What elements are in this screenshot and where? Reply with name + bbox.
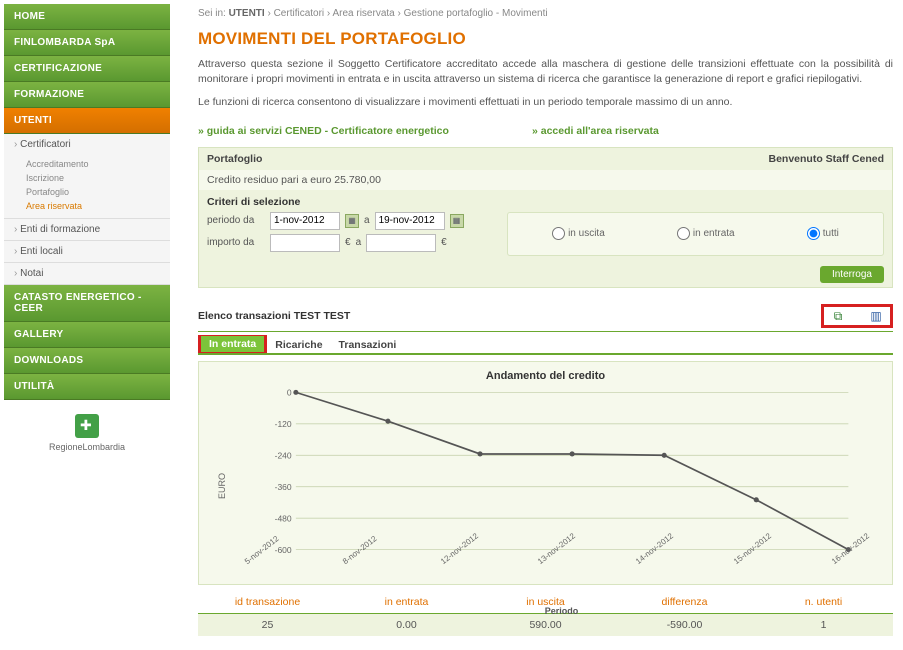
- x-ticks: 5-nov-20128-nov-201212-nov-201213-nov-20…: [239, 559, 884, 568]
- radio-entrata[interactable]: in entrata: [677, 227, 735, 240]
- nav-gallery[interactable]: GALLERY: [4, 322, 170, 348]
- radio-tutti[interactable]: tutti: [807, 227, 839, 240]
- search-panel: Portafoglio Benvenuto Staff Cened Credit…: [198, 147, 893, 288]
- logo-text: RegioneLombardia: [4, 442, 170, 452]
- sidebar: HOME FINLOMBARDA SpA CERTIFICAZIONE FORM…: [4, 4, 170, 646]
- logo-icon: [75, 414, 99, 438]
- sub-portafoglio[interactable]: Portafoglio: [26, 185, 170, 199]
- nav-downloads[interactable]: DOWNLOADS: [4, 348, 170, 374]
- nav-home[interactable]: HOME: [4, 4, 170, 30]
- export-icons-highlight: ⧉ ▥: [821, 304, 893, 328]
- interroga-button[interactable]: Interroga: [820, 266, 884, 283]
- cell-diff: -590.00: [615, 614, 754, 636]
- radio-uscita[interactable]: in uscita: [552, 227, 605, 240]
- nav-catasto[interactable]: CATASTO ENERGETICO - CEER: [4, 285, 170, 322]
- summary-row: 25 0.00 590.00 -590.00 1: [198, 614, 893, 636]
- cell-uscita: 590.00: [476, 614, 615, 636]
- nav-utilita[interactable]: UTILITÀ: [4, 374, 170, 400]
- sub-certificatori: Certificatori Accreditamento Iscrizione …: [4, 134, 170, 219]
- main-content: Sei in: UTENTI › Certificatori › Area ri…: [170, 4, 899, 646]
- svg-text:-240: -240: [275, 450, 292, 460]
- calendar-icon-from[interactable]: ▦: [345, 214, 359, 228]
- sub-enti-locali[interactable]: Enti locali: [4, 241, 170, 262]
- credit-row: Credito residuo pari a euro 25.780,00: [199, 170, 892, 190]
- svg-text:-120: -120: [275, 419, 292, 429]
- lbl-periodo-da: periodo da: [207, 215, 265, 226]
- radio-group: in uscita in entrata tutti: [507, 212, 884, 256]
- input-amount-from[interactable]: [270, 234, 340, 252]
- welcome-text: Benvenuto Staff Cened: [768, 153, 884, 165]
- tab-ricariche[interactable]: Ricariche: [267, 337, 330, 353]
- link-guida[interactable]: guida ai servizi CENED - Certificatore e…: [198, 125, 449, 137]
- input-date-from[interactable]: [270, 212, 340, 230]
- euro-2: €: [441, 237, 447, 248]
- export-excel-icon[interactable]: ⧉: [830, 309, 846, 323]
- nav-formazione[interactable]: FORMAZIONE: [4, 82, 170, 108]
- chart-icon[interactable]: ▥: [868, 309, 884, 323]
- calendar-icon-to[interactable]: ▦: [450, 214, 464, 228]
- nav-finlombarda[interactable]: FINLOMBARDA SpA: [4, 30, 170, 56]
- elenco-title: Elenco transazioni TEST TEST: [198, 310, 350, 322]
- x-axis-label: Periodo: [239, 606, 884, 616]
- sub-notai[interactable]: Notai: [4, 263, 170, 284]
- intro-p2: Le funzioni di ricerca consentono di vis…: [198, 95, 893, 110]
- svg-text:-360: -360: [275, 482, 292, 492]
- nav-certificazione[interactable]: CERTIFICAZIONE: [4, 56, 170, 82]
- input-date-to[interactable]: [375, 212, 445, 230]
- svg-text:0: 0: [287, 387, 292, 397]
- tab-transazioni[interactable]: Transazioni: [331, 337, 405, 353]
- breadcrumb: Sei in: UTENTI › Certificatori › Area ri…: [198, 4, 893, 29]
- sub-enti-formazione[interactable]: Enti di formazione: [4, 219, 170, 240]
- cell-id: 25: [198, 614, 337, 636]
- sub-area-riservata[interactable]: Area riservata: [26, 199, 170, 213]
- intro-p1: Attraverso questa sezione il Soggetto Ce…: [198, 57, 893, 87]
- euro-1: €: [345, 237, 351, 248]
- chart-title: Andamento del credito: [207, 370, 884, 382]
- logo-regione: RegioneLombardia: [4, 400, 170, 466]
- tabs: In entrata Ricariche Transazioni: [198, 335, 893, 355]
- line-chart: 0 -120 -240 -360 -480 -600: [239, 386, 884, 556]
- svg-text:-600: -600: [275, 544, 292, 554]
- panel-title: Portafoglio: [207, 153, 262, 165]
- nav-utenti[interactable]: UTENTI: [4, 108, 170, 134]
- cell-utenti: 1: [754, 614, 893, 636]
- cell-entrata: 0.00: [337, 614, 476, 636]
- page-title: MOVIMENTI DEL PORTAFOGLIO: [198, 29, 893, 49]
- input-amount-to[interactable]: [366, 234, 436, 252]
- chart-panel: Andamento del credito EURO 0 -120 -240 -360…: [198, 361, 893, 585]
- sub-iscrizione[interactable]: Iscrizione: [26, 171, 170, 185]
- sub-accreditamento[interactable]: Accreditamento: [26, 157, 170, 171]
- lbl-a-1: a: [364, 215, 370, 226]
- y-axis-label: EURO: [217, 473, 227, 499]
- lbl-importo-da: importo da: [207, 237, 265, 248]
- svg-text:-480: -480: [275, 513, 292, 523]
- criteria-title: Criteri di selezione: [207, 196, 884, 208]
- tab-highlight: In entrata: [198, 335, 267, 353]
- sub-parent-certificatori[interactable]: Certificatori: [4, 134, 170, 155]
- lbl-a-2: a: [356, 237, 362, 248]
- link-area-riservata[interactable]: accedi all'area riservata: [532, 125, 659, 137]
- tab-in-entrata[interactable]: In entrata: [201, 336, 264, 352]
